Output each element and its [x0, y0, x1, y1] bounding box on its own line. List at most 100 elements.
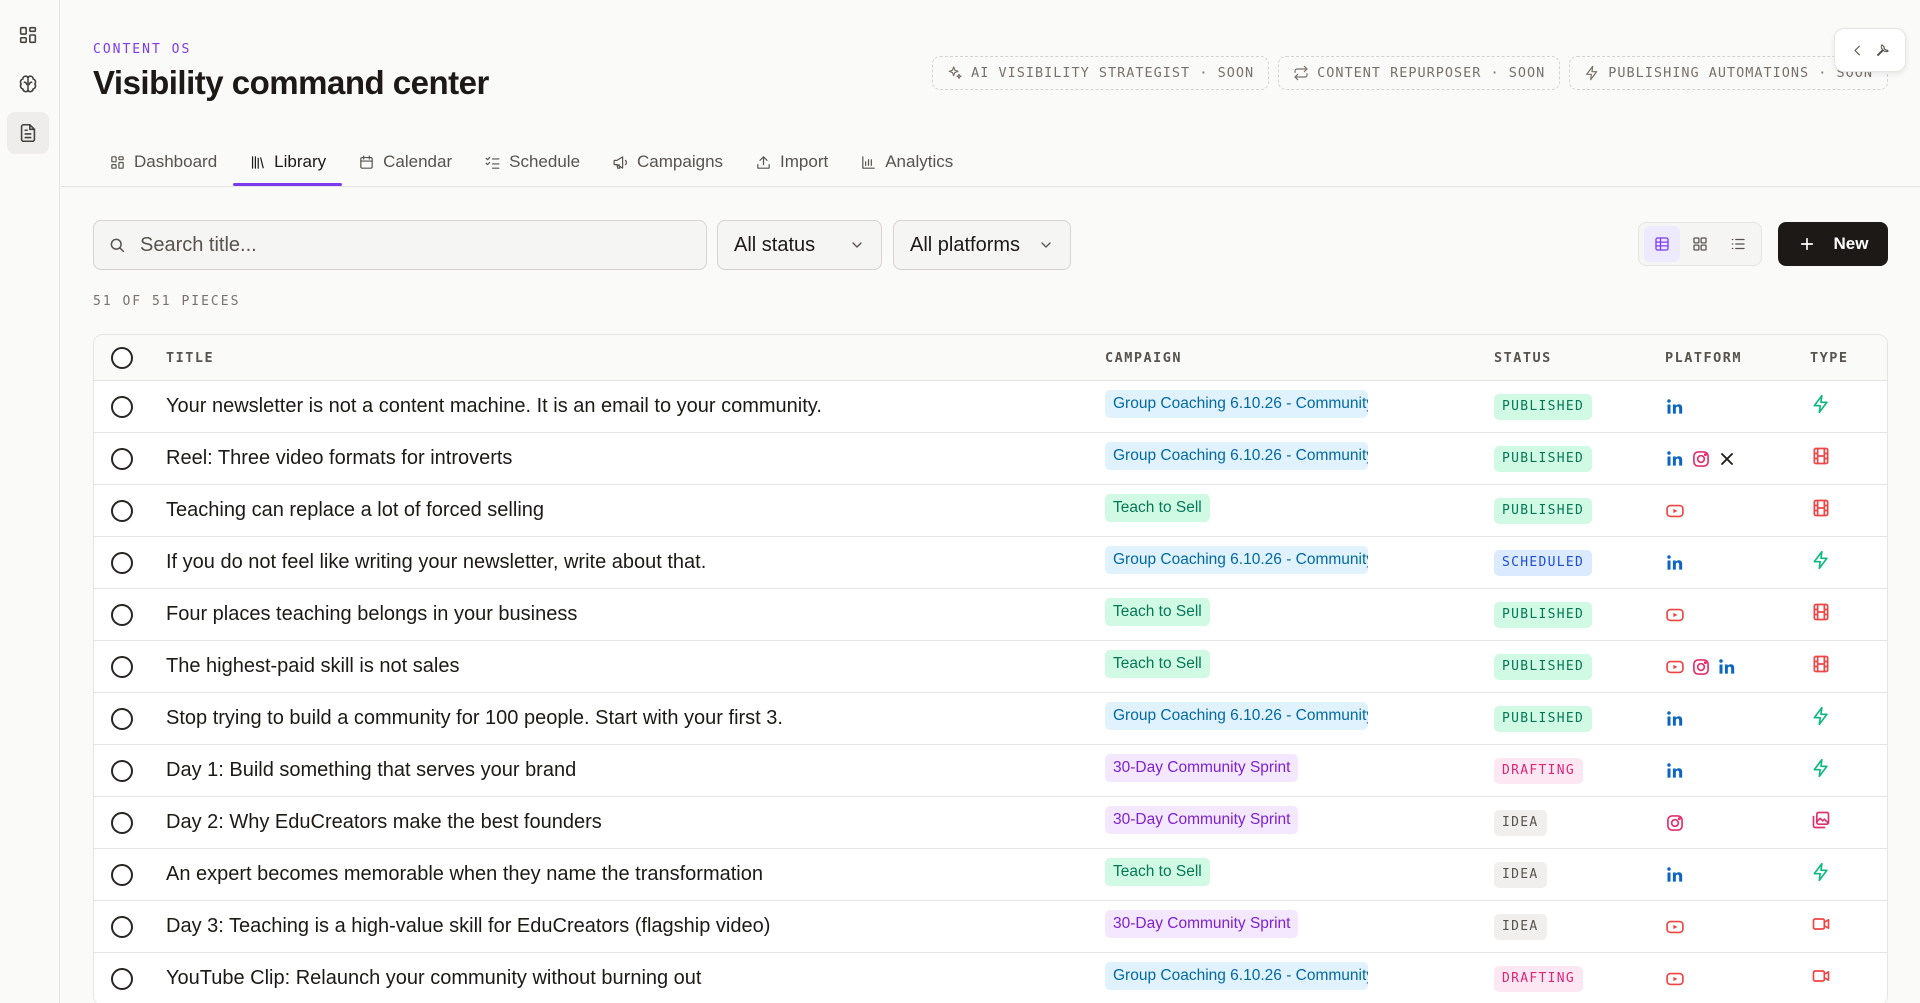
table-row[interactable]: Day 1: Build something that serves your … [94, 745, 1887, 797]
row-checkbox[interactable] [111, 395, 133, 418]
tab-label: Import [780, 152, 829, 171]
content-type [1810, 810, 1887, 835]
row-title[interactable]: The highest-paid skill is not sales [166, 655, 1105, 678]
megaphone-icon [613, 155, 628, 169]
table-row[interactable]: An expert becomes memorable when they na… [94, 849, 1887, 901]
row-checkbox[interactable] [111, 499, 133, 522]
campaign-tag[interactable]: Group Coaching 6.10.26 - Community [1105, 702, 1368, 730]
row-title[interactable]: Reel: Three video formats for introverts [166, 447, 1105, 470]
table-row[interactable]: YouTube Clip: Relaunch your community wi… [94, 953, 1887, 1003]
grid-icon [1693, 237, 1707, 251]
campaign-tag[interactable]: Teach to Sell [1105, 494, 1210, 522]
tab-library[interactable]: Library [233, 138, 343, 186]
row-checkbox[interactable] [111, 551, 133, 574]
tab-campaigns[interactable]: Campaigns [596, 138, 739, 186]
piece-count: 51 OF 51 PIECES [93, 294, 241, 309]
rail-brain-button[interactable] [7, 63, 49, 105]
youtube-icon [1666, 504, 1684, 517]
row-title[interactable]: Teaching can replace a lot of forced sel… [166, 499, 1105, 522]
table-row[interactable]: Day 2: Why EduCreators make the best fou… [94, 797, 1887, 849]
tab-import[interactable]: Import [739, 138, 844, 186]
row-checkbox[interactable] [111, 655, 133, 678]
select-all-checkbox[interactable] [111, 346, 133, 369]
wrench-icon[interactable] [1875, 43, 1890, 58]
table-row[interactable]: Teaching can replace a lot of forced sel… [94, 485, 1887, 537]
bar-chart-icon [862, 155, 875, 169]
table-row[interactable]: If you do not feel like writing your new… [94, 537, 1887, 589]
list-view-button[interactable] [1720, 226, 1756, 262]
row-checkbox[interactable] [111, 863, 133, 886]
tab-schedule[interactable]: Schedule [468, 138, 596, 186]
table-row[interactable]: Four places teaching belongs in your bus… [94, 589, 1887, 641]
rail-dashboard-button[interactable] [7, 14, 49, 56]
tab-analytics[interactable]: Analytics [844, 138, 969, 186]
linkedin-icon [1667, 450, 1683, 466]
column-header-type[interactable]: TYPE [1810, 350, 1887, 366]
table-row[interactable]: Reel: Three video formats for introverts… [94, 433, 1887, 485]
campaign-tag[interactable]: Group Coaching 6.10.26 - Community [1105, 962, 1368, 990]
campaign-tag[interactable]: 30-Day Community Sprint [1105, 806, 1299, 834]
row-title[interactable]: An expert becomes memorable when they na… [166, 863, 1105, 886]
campaign-tag[interactable]: 30-Day Community Sprint [1105, 754, 1299, 782]
column-header-title[interactable]: TITLE [166, 350, 1105, 366]
search-input[interactable] [140, 233, 680, 257]
content-type [1810, 446, 1887, 471]
table-row[interactable]: Day 3: Teaching is a high-value skill fo… [94, 901, 1887, 953]
table-row[interactable]: Stop trying to build a community for 100… [94, 693, 1887, 745]
row-title[interactable]: Four places teaching belongs in your bus… [166, 603, 1105, 626]
table-row[interactable]: The highest-paid skill is not sales Teach… [94, 641, 1887, 693]
campaign-tag[interactable]: 30-Day Community Sprint [1105, 910, 1299, 938]
row-title[interactable]: Day 1: Build something that serves your … [166, 759, 1105, 782]
chip-content-repurposer: CONTENT REPURPOSER · SOON [1278, 56, 1561, 90]
youtube-icon [1666, 920, 1684, 933]
campaign-tag[interactable]: Group Coaching 6.10.26 - Community [1105, 546, 1368, 574]
row-checkbox[interactable] [111, 759, 133, 782]
bolt-icon [1813, 758, 1828, 778]
table-view-button[interactable] [1644, 226, 1680, 262]
chevron-left-icon[interactable] [1850, 43, 1865, 58]
row-title[interactable]: Stop trying to build a community for 100… [166, 707, 1105, 730]
tab-calendar[interactable]: Calendar [342, 138, 468, 186]
panel-toggle[interactable] [1834, 28, 1906, 72]
content-type [1810, 394, 1887, 419]
row-checkbox[interactable] [111, 447, 133, 470]
column-header-campaign[interactable]: CAMPAIGN [1105, 350, 1494, 366]
campaign-tag[interactable]: Teach to Sell [1105, 650, 1210, 678]
row-checkbox[interactable] [111, 811, 133, 834]
row-title[interactable]: Day 2: Why EduCreators make the best fou… [166, 811, 1105, 834]
table-body: Your newsletter is not a content machine… [94, 381, 1887, 1003]
tab-label: Schedule [509, 152, 581, 171]
plus-icon [1800, 237, 1813, 251]
campaign-tag[interactable]: Teach to Sell [1105, 858, 1210, 886]
search-box[interactable] [93, 220, 707, 270]
new-content-button[interactable]: New [1778, 222, 1888, 266]
brain-icon [19, 75, 37, 93]
row-checkbox[interactable] [111, 603, 133, 626]
status-filter-select[interactable]: All status [717, 220, 882, 270]
row-title[interactable]: YouTube Clip: Relaunch your community wi… [166, 967, 1105, 990]
row-checkbox[interactable] [111, 967, 133, 990]
grid-view-button[interactable] [1682, 226, 1718, 262]
campaign-tag[interactable]: Group Coaching 6.10.26 - Community [1105, 442, 1368, 470]
column-header-status[interactable]: STATUS [1494, 350, 1665, 366]
platform-filter-select[interactable]: All platforms [893, 220, 1071, 270]
tab-label: Dashboard [134, 152, 218, 171]
status-badge: IDEA [1494, 913, 1547, 940]
row-checkbox[interactable] [111, 707, 133, 730]
tab-dashboard[interactable]: Dashboard [93, 138, 233, 186]
campaign-tag[interactable]: Group Coaching 6.10.26 - Community [1105, 390, 1368, 418]
status-badge: PUBLISHED [1494, 705, 1593, 732]
row-title[interactable]: Day 3: Teaching is a high-value skill fo… [166, 915, 1105, 938]
row-title[interactable]: If you do not feel like writing your new… [166, 551, 1105, 574]
status-filter-value: All status [734, 233, 816, 256]
tab-label: Library [274, 152, 327, 171]
row-checkbox[interactable] [111, 915, 133, 938]
table-row[interactable]: Your newsletter is not a content machine… [94, 381, 1887, 433]
column-header-platform[interactable]: PLATFORM [1665, 350, 1810, 366]
instagram-icon [1667, 814, 1683, 831]
campaign-tag[interactable]: Teach to Sell [1105, 598, 1210, 626]
images-icon [1812, 811, 1830, 829]
row-title[interactable]: Your newsletter is not a content machine… [166, 395, 1105, 418]
rail-content-button[interactable] [7, 112, 49, 154]
content-type [1810, 550, 1887, 575]
